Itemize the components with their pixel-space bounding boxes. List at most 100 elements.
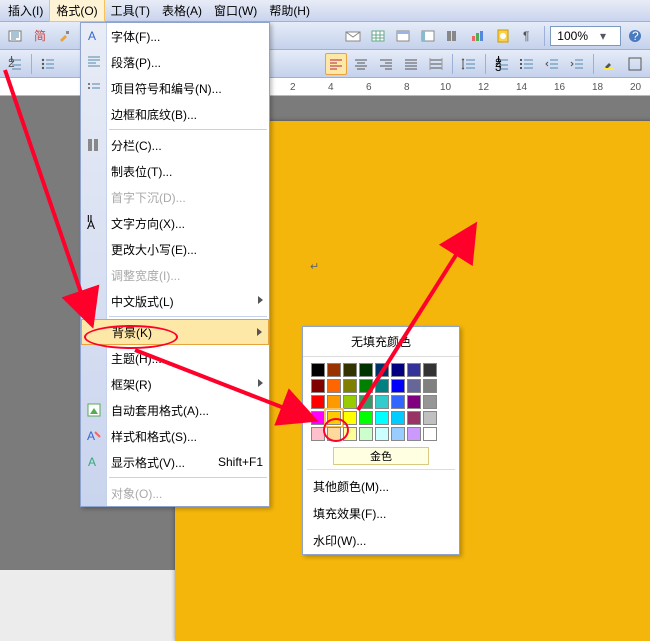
color-swatch[interactable] [311,379,325,393]
color-swatch[interactable] [327,427,341,441]
spreadsheet-icon[interactable] [392,25,414,47]
pilcrow-icon[interactable]: ¶ [517,25,539,47]
color-swatch[interactable] [343,379,357,393]
color-swatch[interactable] [391,363,405,377]
svg-text:A: A [88,29,96,43]
menu-fitwidth: 调整宽度(I)... [81,262,269,288]
menu-reveal[interactable]: A显示格式(V)...Shift+F1 [81,449,269,475]
color-swatch[interactable] [423,411,437,425]
no-fill-color[interactable]: 无填充颜色 [303,327,459,357]
color-swatch[interactable] [327,363,341,377]
color-swatch[interactable] [391,379,405,393]
color-swatch[interactable] [391,427,405,441]
svg-text:?: ? [632,29,639,43]
align-left-icon[interactable] [325,53,347,75]
zoom-combo[interactable]: 100%▾ [550,26,621,46]
color-swatch[interactable] [327,395,341,409]
color-swatch[interactable] [343,411,357,425]
color-swatch[interactable] [311,363,325,377]
envelope-button[interactable] [342,25,364,47]
outdent-icon[interactable] [541,53,563,75]
color-swatch[interactable] [423,379,437,393]
menu-insert[interactable]: 插入(I) [2,0,49,21]
menu-changecase[interactable]: 更改大小写(E)... [81,236,269,262]
menu-window[interactable]: 窗口(W) [208,0,263,21]
menu-tools[interactable]: 工具(T) [105,0,156,21]
menu-borders[interactable]: 边框和底纹(B)... [81,101,269,127]
highlight-icon[interactable] [599,53,621,75]
chart-icon[interactable] [467,25,489,47]
color-swatch[interactable] [359,395,373,409]
color-swatch[interactable] [359,427,373,441]
distribute-icon[interactable] [425,53,447,75]
numlist-icon[interactable]: 123 [491,53,513,75]
linespacing-icon[interactable] [458,53,480,75]
color-swatch[interactable] [343,363,357,377]
align-center-icon[interactable] [350,53,372,75]
color-swatch[interactable] [375,363,389,377]
para-icon [85,53,103,71]
bullets-icon[interactable] [37,53,59,75]
color-swatch[interactable] [343,427,357,441]
menu-columns[interactable]: 分栏(C)... [81,132,269,158]
menu-textdir[interactable]: llA文字方向(X)... [81,210,269,236]
menu-table[interactable]: 表格(A) [156,0,208,21]
color-swatch[interactable] [311,411,325,425]
color-swatch[interactable] [375,411,389,425]
color-swatch[interactable] [391,411,405,425]
table-icon[interactable] [367,25,389,47]
chevron-down-icon[interactable]: ▾ [588,29,618,43]
color-swatch[interactable] [407,411,421,425]
color-swatch[interactable] [375,395,389,409]
color-swatch[interactable] [407,379,421,393]
color-swatch[interactable] [407,395,421,409]
more-colors[interactable]: 其他颜色(M)... [303,473,459,500]
fill-effects[interactable]: 填充效果(F)... [303,500,459,527]
menu-styles[interactable]: A样式和格式(S)... [81,423,269,449]
menu-autoformat[interactable]: 自动套用格式(A)... [81,397,269,423]
form-icon[interactable] [417,25,439,47]
bulletlist-icon[interactable] [516,53,538,75]
color-swatch[interactable] [359,363,373,377]
menu-bullets[interactable]: 项目符号和编号(N)... [81,75,269,101]
docmap-icon[interactable] [492,25,514,47]
menu-help[interactable]: 帮助(H) [263,0,316,21]
align-right-icon[interactable] [375,53,397,75]
color-swatch[interactable] [423,363,437,377]
color-swatch[interactable] [391,395,405,409]
color-swatch[interactable] [423,395,437,409]
color-swatch[interactable] [407,363,421,377]
numbering-icon[interactable]: 12 [4,53,26,75]
columns-icon[interactable] [442,25,464,47]
watermark[interactable]: 水印(W)... [303,527,459,554]
color-swatch[interactable] [407,427,421,441]
color-swatch[interactable] [327,379,341,393]
menu-background[interactable]: 背景(K) [81,319,269,345]
kanji-button[interactable]: 简 [29,25,51,47]
color-swatch[interactable] [327,411,341,425]
color-swatch[interactable] [375,427,389,441]
menu-cjk[interactable]: 中文版式(L) [81,288,269,314]
svg-text:2: 2 [8,56,15,70]
read-button[interactable] [4,25,26,47]
help-icon[interactable]: ? [624,25,646,47]
svg-text:简: 简 [34,29,46,43]
brush-button[interactable] [54,25,76,47]
color-swatch[interactable] [359,411,373,425]
color-swatch[interactable] [343,395,357,409]
align-justify-icon[interactable] [400,53,422,75]
indent-icon[interactable] [566,53,588,75]
color-swatch[interactable] [375,379,389,393]
border-icon[interactable] [624,53,646,75]
menu-paragraph[interactable]: 段落(P)... [81,49,269,75]
menu-font[interactable]: A字体(F)... [81,23,269,49]
color-swatch[interactable] [359,379,373,393]
menu-tabs[interactable]: 制表位(T)... [81,158,269,184]
menu-format[interactable]: 格式(O) [49,0,104,22]
color-swatch[interactable] [311,427,325,441]
color-swatch[interactable] [311,395,325,409]
color-swatch[interactable] [423,427,437,441]
menu-theme[interactable]: 主题(H)... [81,345,269,371]
background-submenu: 无填充颜色 金色 其他颜色(M)... 填充效果(F)... 水印(W)... [302,326,460,555]
menu-frames[interactable]: 框架(R) [81,371,269,397]
